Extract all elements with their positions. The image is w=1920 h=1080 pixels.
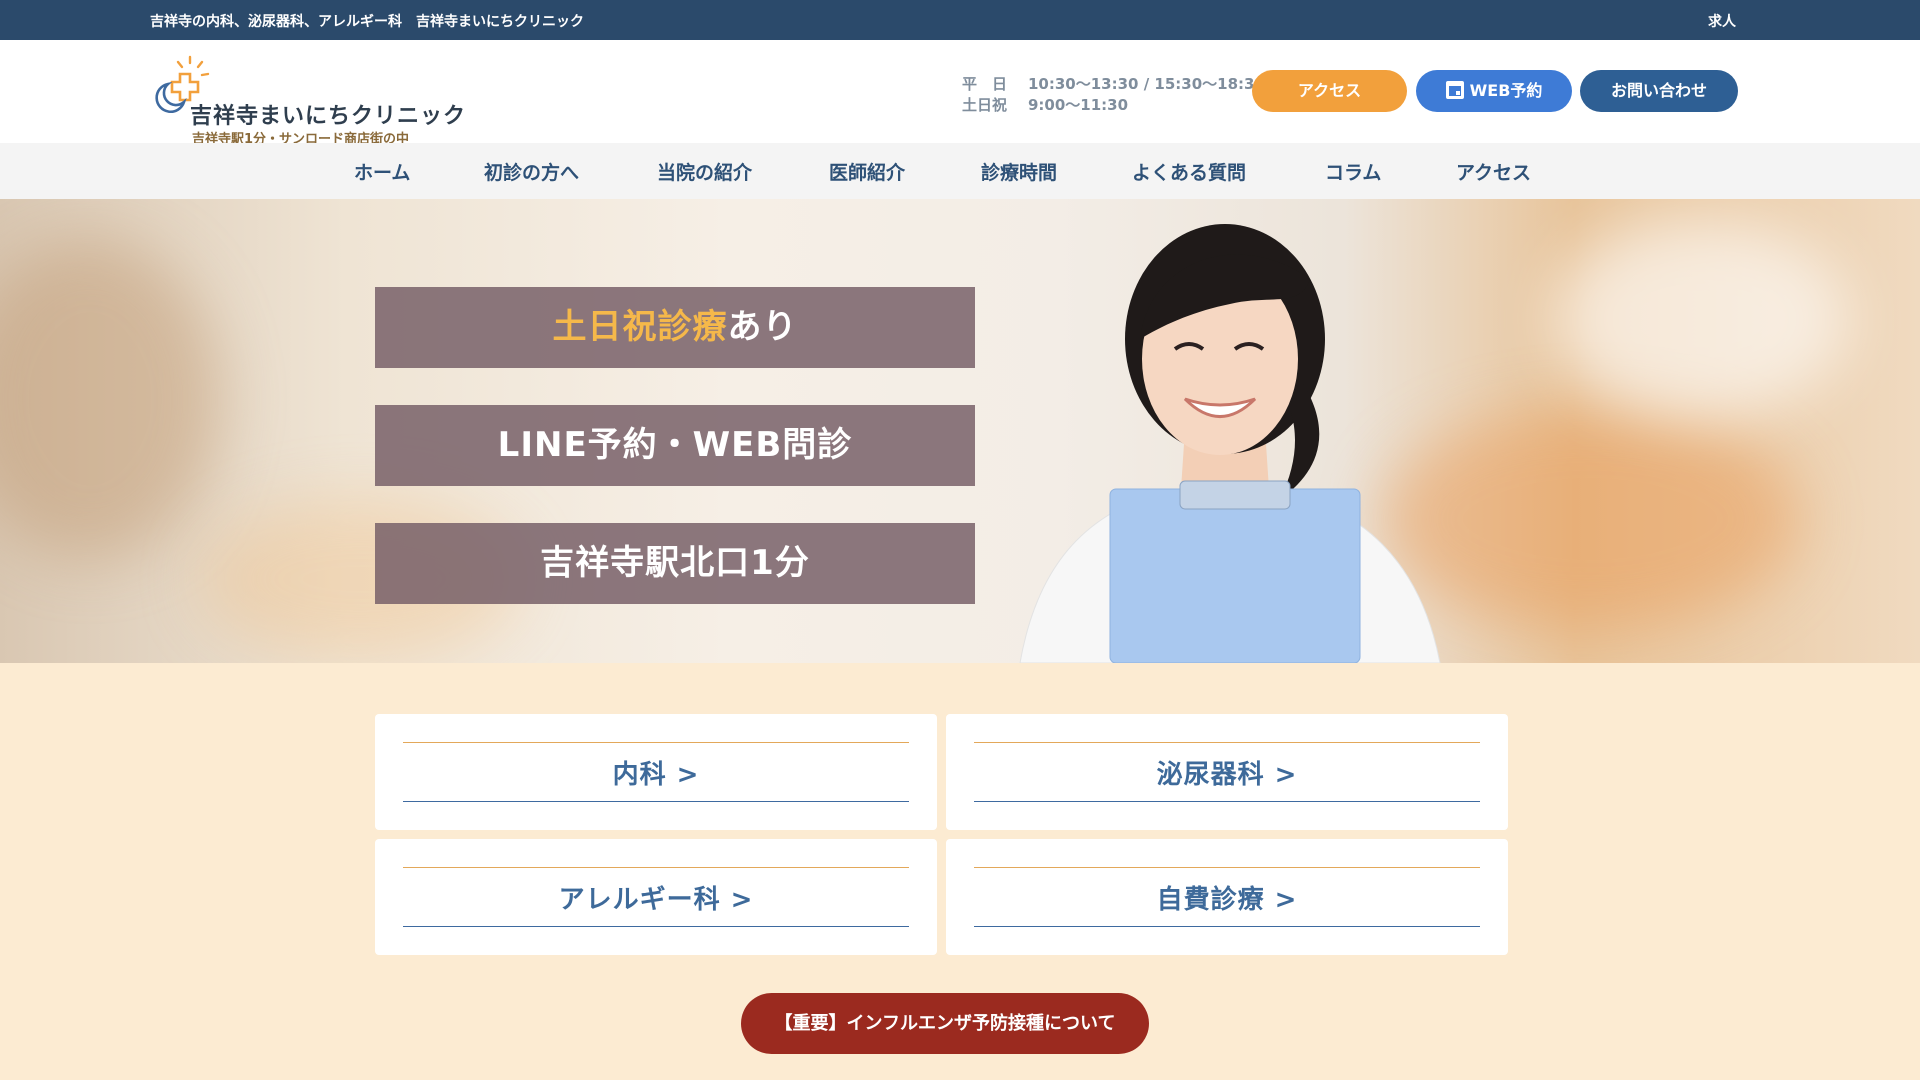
hours-time: 10:30〜13:30 / 15:30〜18:30 <box>1028 75 1265 93</box>
hero-background-blur <box>0 239 220 559</box>
access-button[interactable]: アクセス <box>1252 70 1407 112</box>
department-card-allergy[interactable]: アレルギー科 > <box>375 839 937 955</box>
card-divider <box>403 867 909 868</box>
card-divider <box>403 742 909 743</box>
nav-item-column[interactable]: コラム <box>1325 158 1381 185</box>
site-tagline: 吉祥寺の内科、泌尿器科、アレルギー科 吉祥寺まいにちクリニック <box>150 14 584 30</box>
clinic-logo[interactable]: 吉祥寺まいにちクリニック 吉祥寺駅1分・サンロード商店街の中 <box>152 54 465 147</box>
department-card-internal-medicine[interactable]: 内科 > <box>375 714 937 830</box>
hours-day-label: 平 日 <box>962 75 1008 93</box>
nav-item-home[interactable]: ホーム <box>354 158 410 185</box>
department-label: 内科 > <box>612 760 700 790</box>
department-label: 自費診療 > <box>1156 885 1298 915</box>
main-nav: ホーム 初診の方へ 当院の紹介 医師紹介 診療時間 よくある質問 コラム アクセ… <box>0 143 1920 199</box>
card-divider <box>974 801 1480 802</box>
web-reservation-label: WEB予約 <box>1469 81 1543 100</box>
flu-vaccine-notice-button[interactable]: 【重要】インフルエンザ予防接種について <box>741 993 1149 1054</box>
hero-background-blur <box>1550 219 1850 419</box>
nav-item-about[interactable]: 当院の紹介 <box>657 158 752 185</box>
hours-weekday: 平 日 10:30〜13:30 / 15:30〜18:30 <box>962 74 1265 95</box>
hero-section: 土日祝診療あり LINE予約・WEB問診 吉祥寺駅北口1分 <box>0 199 1920 663</box>
station-access-banner: 吉祥寺駅北口1分 <box>375 523 975 604</box>
card-divider <box>974 867 1480 868</box>
hours-day-label: 土日祝 <box>962 96 1008 114</box>
clinic-name: 吉祥寺まいにちクリニック <box>190 104 467 129</box>
nav-item-first-visit[interactable]: 初診の方へ <box>484 158 579 185</box>
weekend-highlight: 土日祝診療 <box>552 307 728 347</box>
card-divider <box>403 926 909 927</box>
smiling-nurse-image <box>1019 224 1441 663</box>
calendar-icon <box>1445 81 1464 99</box>
card-divider <box>974 926 1480 927</box>
card-divider <box>403 801 909 802</box>
card-divider <box>974 742 1480 743</box>
line-reservation-banner: LINE予約・WEB問診 <box>375 405 975 486</box>
nav-item-doctor[interactable]: 医師紹介 <box>829 158 905 185</box>
nav-item-faq[interactable]: よくある質問 <box>1132 158 1246 185</box>
department-card-urology[interactable]: 泌尿器科 > <box>946 714 1508 830</box>
weekend-service-banner: 土日祝診療あり <box>375 287 975 368</box>
weekend-rest: あり <box>727 307 798 347</box>
opening-hours: 平 日 10:30〜13:30 / 15:30〜18:30 土日祝 9:00〜11:… <box>962 74 1265 116</box>
hours-holiday: 土日祝 9:00〜11:30 <box>962 95 1265 116</box>
web-reservation-button[interactable]: WEB予約 <box>1416 70 1572 112</box>
nav-item-access[interactable]: アクセス <box>1456 158 1531 185</box>
nav-item-hours[interactable]: 診療時間 <box>981 158 1057 185</box>
recruit-link[interactable]: 求人 <box>1708 11 1736 31</box>
top-bar: 吉祥寺の内科、泌尿器科、アレルギー科 吉祥寺まいにちクリニック 求人 <box>0 0 1920 40</box>
department-label: 泌尿器科 > <box>1156 760 1298 790</box>
contact-button[interactable]: お問い合わせ <box>1580 70 1738 112</box>
header: 吉祥寺まいにちクリニック 吉祥寺駅1分・サンロード商店街の中 平 日 10:30〜… <box>0 40 1920 147</box>
department-label: アレルギー科 > <box>558 885 754 915</box>
department-card-self-pay[interactable]: 自費診療 > <box>946 839 1508 955</box>
hours-time: 9:00〜11:30 <box>1028 96 1129 114</box>
